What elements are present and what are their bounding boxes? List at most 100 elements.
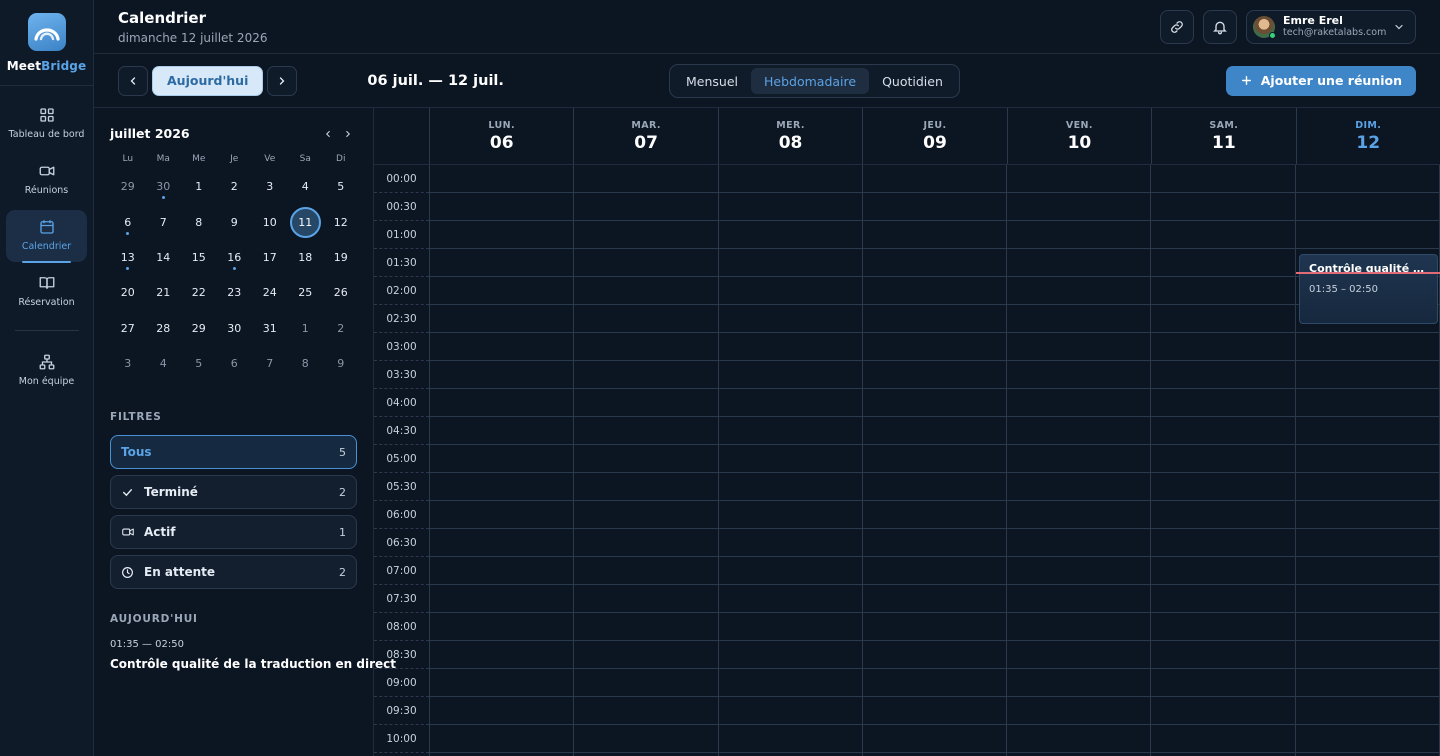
mini-calendar-day[interactable]: 10 xyxy=(252,204,288,239)
mini-calendar-day[interactable]: 15 xyxy=(181,240,217,275)
rail-item-tableau-de-bord[interactable]: Tableau de bord xyxy=(6,98,87,150)
mini-calendar-day[interactable]: 25 xyxy=(288,275,324,310)
mini-calendar-day[interactable]: 4 xyxy=(146,346,182,381)
brand-block[interactable]: MeetBridge xyxy=(0,0,94,86)
mini-calendar-day[interactable]: 14 xyxy=(146,240,182,275)
rail-item-mon-equipe[interactable]: Mon équipe xyxy=(6,345,87,397)
next-week-button[interactable] xyxy=(267,65,298,96)
mini-calendar-day[interactable]: 9 xyxy=(217,204,253,239)
day-header-mar[interactable]: MAR. 07 xyxy=(574,108,719,164)
today-item[interactable]: 01:35 — 02:50 Contrôle qualité de la trad… xyxy=(110,639,396,671)
filter-tous[interactable]: Tous 5 xyxy=(110,435,357,470)
mini-calendar-day[interactable]: 6 xyxy=(110,204,146,239)
notifications-button[interactable] xyxy=(1203,9,1237,44)
mini-calendar-day[interactable]: 30 xyxy=(217,311,253,346)
mini-calendar-day[interactable]: 3 xyxy=(252,169,288,204)
previous-week-button[interactable] xyxy=(118,65,148,96)
mini-calendar-day[interactable]: 12 xyxy=(323,204,359,239)
day-column-sam[interactable] xyxy=(1151,165,1296,756)
day-number: 08 xyxy=(778,132,803,153)
rail-item-calendrier[interactable]: Calendrier xyxy=(6,210,87,263)
view-tab-hebdomadaire[interactable]: Hebdomadaire xyxy=(751,68,870,94)
mini-calendar-day[interactable]: 31 xyxy=(252,311,288,346)
day-number: 12 xyxy=(333,215,348,229)
today-heading: AUJOURD'HUI xyxy=(110,613,198,626)
mini-calendar-day[interactable]: 21 xyxy=(146,275,182,310)
mini-calendar-day[interactable]: 3 xyxy=(110,346,146,381)
plus-icon xyxy=(1241,76,1251,85)
add-meeting-button[interactable]: Ajouter une réunion xyxy=(1225,65,1416,96)
view-tab-mensuel[interactable]: Mensuel xyxy=(673,68,751,94)
today-button[interactable]: Aujourd'hui xyxy=(152,65,264,96)
day-number: 23 xyxy=(227,286,242,300)
day-header-mer[interactable]: MER. 08 xyxy=(719,108,864,164)
rail-item-label: Mon équipe xyxy=(18,376,75,387)
rail-item-reservation[interactable]: Réservation xyxy=(6,266,87,318)
copy-link-button[interactable] xyxy=(1160,9,1194,44)
day-column-lun[interactable] xyxy=(430,165,575,756)
weekday-label: Ve xyxy=(264,154,276,164)
mini-calendar-day[interactable]: 6 xyxy=(217,346,253,381)
mini-calendar-day[interactable]: 7 xyxy=(252,346,288,381)
day-column-ven[interactable] xyxy=(1007,165,1152,756)
day-header-dim[interactable]: DIM. 12 xyxy=(1297,108,1440,164)
mini-calendar-day[interactable]: 19 xyxy=(323,240,359,275)
mini-calendar-day[interactable]: 5 xyxy=(181,346,217,381)
mini-calendar-day[interactable]: 7 xyxy=(146,204,182,239)
filter-termine[interactable]: Terminé 2 xyxy=(110,475,357,510)
mini-calendar-day[interactable]: 4 xyxy=(288,169,324,204)
day-column-mer[interactable] xyxy=(718,165,863,756)
mini-calendar-day[interactable]: 11 xyxy=(288,204,324,239)
day-number: 9 xyxy=(337,357,345,371)
user-menu[interactable]: Emre Erel tech@raketalabs.com xyxy=(1246,9,1416,44)
online-status-dot xyxy=(1269,31,1276,39)
mini-calendar-next-icon[interactable] xyxy=(343,129,353,139)
day-column-jeu[interactable] xyxy=(862,165,1008,756)
mini-calendar-day[interactable]: 1 xyxy=(181,169,217,204)
filter-actif[interactable]: Actif 1 xyxy=(110,515,357,550)
mini-calendar-day[interactable]: 30 xyxy=(146,169,182,204)
mini-calendar-day[interactable]: 2 xyxy=(323,311,359,346)
view-tab-quotidien[interactable]: Quotidien xyxy=(869,68,956,94)
meeting-event[interactable]: Contrôle qualité de la traduction en dir… xyxy=(1299,254,1438,324)
mini-calendar-day[interactable]: 5 xyxy=(323,169,359,204)
day-number: 25 xyxy=(298,286,313,300)
day-number: 19 xyxy=(333,250,348,264)
day-number: 29 xyxy=(120,180,135,194)
day-number: 5 xyxy=(195,357,203,371)
mini-calendar-day[interactable]: 8 xyxy=(288,346,324,381)
mini-calendar-day[interactable]: 24 xyxy=(252,275,288,310)
day-column-mar[interactable] xyxy=(574,165,719,756)
mini-calendar-day[interactable]: 29 xyxy=(181,311,217,346)
mini-calendar-day[interactable]: 17 xyxy=(252,240,288,275)
mini-calendar-day[interactable]: 22 xyxy=(181,275,217,310)
mini-calendar-day[interactable]: 28 xyxy=(146,311,182,346)
event-time: 01:35 – 02:50 xyxy=(1309,284,1378,295)
filter-en-attente[interactable]: En attente 2 xyxy=(110,555,357,590)
weekday-label: Sa xyxy=(299,154,311,164)
today-list: 01:35 — 02:50 Contrôle qualité de la trad… xyxy=(110,639,396,671)
mini-calendar-day[interactable]: 8 xyxy=(181,204,217,239)
mini-calendar-prev-icon[interactable] xyxy=(323,129,333,139)
day-header-lun[interactable]: LUN. 06 xyxy=(430,108,575,164)
rail-item-reunions[interactable]: Réunions xyxy=(6,154,87,206)
mini-calendar-day[interactable]: 20 xyxy=(110,275,146,310)
day-columns: Contrôle qualité de la traduction en dir… xyxy=(430,165,1440,756)
left-rail: MeetBridge Tableau de bord Réunions Calend… xyxy=(0,0,94,756)
mini-calendar-day[interactable]: 23 xyxy=(217,275,253,310)
mini-calendar-day[interactable]: 16 xyxy=(217,240,253,275)
mini-calendar-day[interactable]: 9 xyxy=(323,346,359,381)
mini-calendar-day[interactable]: 1 xyxy=(288,311,324,346)
mini-calendar-day[interactable]: 13 xyxy=(110,240,146,275)
mini-calendar-day[interactable]: 26 xyxy=(323,275,359,310)
day-header-ven[interactable]: VEN. 10 xyxy=(1008,108,1153,164)
side-panel: juillet 2026 Lu Ma Me Je Ve Sa Di 29 30 1 2 3 4 5 6 7 8 9… xyxy=(94,108,396,756)
mini-calendar-day[interactable]: 2 xyxy=(217,169,253,204)
mini-calendar-day[interactable]: 29 xyxy=(110,169,146,204)
day-header-jeu[interactable]: JEU. 09 xyxy=(863,108,1008,164)
day-number: 11 xyxy=(1211,132,1236,153)
mini-calendar-day[interactable]: 27 xyxy=(110,311,146,346)
chevron-left-icon xyxy=(130,76,136,85)
day-header-sam[interactable]: SAM. 11 xyxy=(1152,108,1297,164)
mini-calendar-day[interactable]: 18 xyxy=(288,240,324,275)
